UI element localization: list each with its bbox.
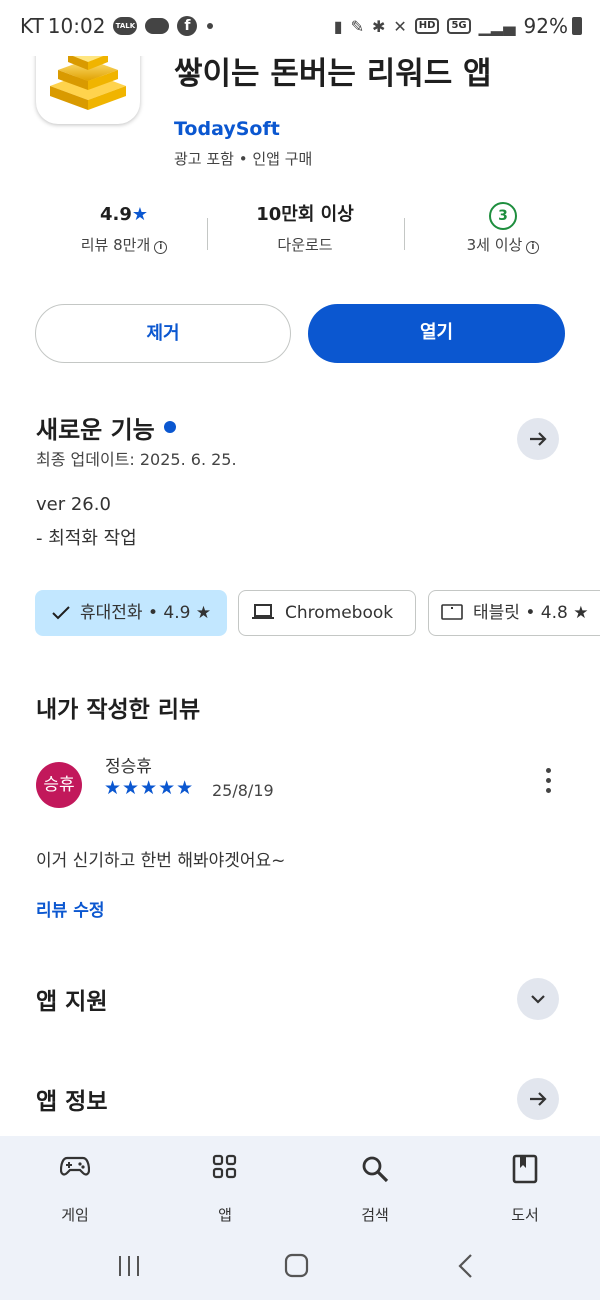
app-info-arrow-button[interactable]	[517, 1078, 559, 1120]
status-right: ▮ ✎ ✱ ✕ HD 5G ▁▂▄ 92%	[334, 14, 582, 38]
nav-games[interactable]: 게임	[15, 1136, 135, 1225]
apps-grid-icon	[165, 1154, 285, 1194]
avatar: 승휴	[36, 762, 82, 808]
whats-new-title: 새로운 기능	[36, 416, 155, 444]
nav-apps-label: 앱	[218, 1206, 232, 1224]
whats-new-arrow-button[interactable]	[517, 418, 559, 460]
downloads-value: 10만회 이상	[256, 204, 354, 225]
nav-search-label: 검색	[361, 1206, 389, 1224]
clock: 10:02	[47, 14, 106, 38]
chip-tablet[interactable]: 태블릿 • 4.8 ★	[428, 590, 600, 636]
device-filter-chips: 휴대전화 • 4.9 ★ Chromebook 태블릿 • 4.8 ★	[0, 590, 600, 638]
chevron-down-icon	[531, 995, 545, 1004]
status-left: KT 10:02 TALK f	[20, 14, 214, 38]
mute-icon: ✕	[393, 16, 407, 36]
chip-phone[interactable]: 휴대전화 • 4.9 ★	[35, 590, 227, 636]
rating-number: 4.9	[99, 204, 132, 225]
open-button[interactable]: 열기	[308, 304, 565, 363]
rating-value: 4.9★	[24, 200, 224, 230]
signal-icon: ▁▂▄	[478, 16, 516, 36]
status-bar: KT 10:02 TALK f ▮ ✎ ✱ ✕ HD 5G ▁▂▄ 92%	[0, 0, 600, 56]
chip-chromebook-label: Chromebook	[285, 603, 394, 623]
star-icon: ★	[131, 204, 149, 225]
my-review-title: 내가 작성한 리뷰	[36, 697, 201, 723]
app-support-expand-button[interactable]	[517, 978, 559, 1020]
chip-tablet-label: 태블릿 • 4.8 ★	[473, 603, 589, 623]
chip-phone-label: 휴대전화 • 4.9 ★	[80, 603, 212, 623]
book-icon	[465, 1154, 585, 1194]
review-text: 이거 신기하고 한번 해봐야겟어요~	[36, 851, 286, 871]
app-meta: 광고 포함 • 인앱 구매	[174, 150, 313, 168]
edit-review-link[interactable]: 리뷰 수정	[36, 896, 104, 921]
facebook-icon: f	[177, 16, 198, 36]
app-support-title[interactable]: 앱 지원	[36, 982, 108, 1016]
arrow-right-icon	[530, 1092, 547, 1106]
nav-search[interactable]: 검색	[315, 1136, 435, 1225]
laptop-icon	[252, 604, 274, 619]
reviewer-name: 정승휴	[105, 757, 152, 777]
info-icon: i	[154, 241, 168, 254]
pen-icon: ✎	[350, 16, 364, 36]
carrier-label: KT	[20, 14, 44, 38]
battery-percent: 92%	[523, 14, 568, 38]
review-date: 25/8/19	[212, 781, 274, 800]
downloads-label: 다운로드	[277, 236, 333, 254]
review-stars: ★★★★★	[104, 777, 195, 799]
check-icon	[52, 606, 70, 620]
search-icon	[315, 1154, 435, 1194]
hd-voice-icon: HD	[414, 18, 440, 34]
chat-bubble-icon	[145, 18, 170, 34]
info-icon: i	[526, 241, 540, 254]
sd-card-icon: ▮	[333, 16, 343, 36]
bluetooth-icon: ✱	[371, 16, 386, 36]
stats-row: 4.9★ 리뷰 8만개 i 10만회 이상 다운로드 3 3세 이상 i	[0, 200, 600, 280]
age-rating-badge: 3	[489, 202, 517, 230]
age-text: 3세 이상	[466, 236, 523, 254]
recents-icon[interactable]	[110, 1254, 150, 1282]
age-rating: 3	[403, 200, 600, 230]
nav-apps[interactable]: 앱	[165, 1136, 285, 1225]
release-notes: - 최적화 작업	[36, 528, 137, 549]
nav-books[interactable]: 도서	[465, 1136, 585, 1225]
app-title-container: 금캐기 - 기만히 있어도 금이 쌓이는 돈버는 리워드 앱	[174, 56, 574, 114]
chip-chromebook[interactable]: Chromebook	[238, 590, 416, 636]
battery-icon	[572, 17, 582, 35]
network-type-icon: 5G	[447, 18, 471, 34]
arrow-right-icon	[530, 432, 547, 446]
more-options-icon[interactable]	[538, 768, 558, 800]
rating-stat[interactable]: 4.9★ 리뷰 8만개 i	[24, 200, 224, 255]
new-indicator-dot	[164, 421, 176, 433]
app-title: 금캐기 - 기만히 있어도 금이 쌓이는 돈버는 리워드 앱	[174, 56, 492, 92]
downloads-stat: 10만회 이상 다운로드	[205, 200, 405, 255]
back-icon[interactable]	[450, 1252, 480, 1284]
home-icon[interactable]	[284, 1253, 309, 1278]
gamepad-icon	[15, 1154, 135, 1194]
age-label: 3세 이상 i	[403, 234, 600, 255]
reviews-label: 리뷰 8만개 i	[24, 234, 224, 255]
version-text: ver 26.0	[36, 494, 111, 515]
reviews-count: 리뷰 8만개	[80, 236, 151, 254]
last-updated: 최종 업데이트: 2025. 6. 25.	[36, 450, 237, 469]
uninstall-button[interactable]: 제거	[35, 304, 291, 363]
bottom-navigation: 게임 앱 검색 도서	[0, 1136, 600, 1236]
system-navigation-bar	[0, 1236, 600, 1300]
app-info-title[interactable]: 앱 정보	[36, 1082, 108, 1116]
developer-link[interactable]: TodaySoft	[174, 118, 280, 140]
nav-books-label: 도서	[511, 1206, 539, 1224]
more-notifications-icon	[207, 23, 214, 29]
tablet-icon	[441, 604, 463, 620]
nav-games-label: 게임	[61, 1206, 89, 1224]
kakaotalk-icon: TALK	[113, 17, 138, 35]
age-stat[interactable]: 3 3세 이상 i	[403, 200, 600, 255]
